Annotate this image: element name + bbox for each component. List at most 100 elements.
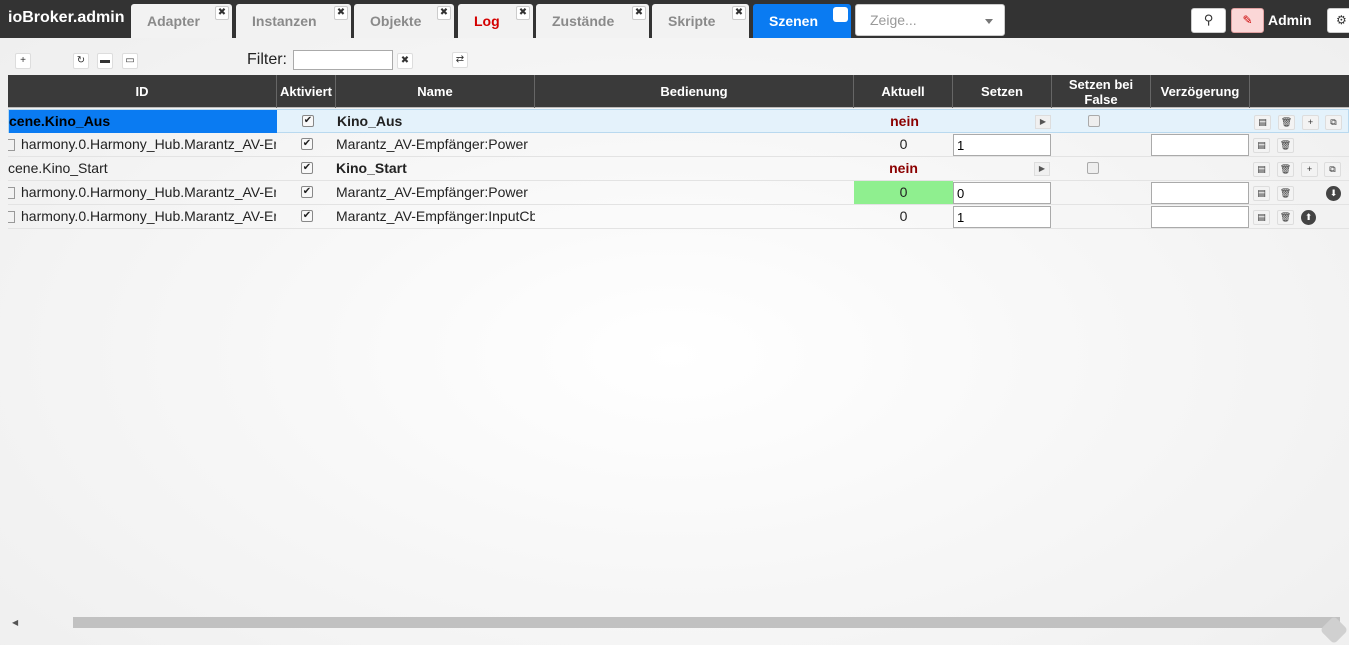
tab-label: Zustände xyxy=(552,13,615,29)
delete-icon[interactable]: 🗑 xyxy=(1277,210,1294,225)
tab-label: Instanzen xyxy=(252,13,317,29)
col-name[interactable]: Name xyxy=(336,75,535,108)
search-button[interactable]: ⚲ xyxy=(1191,8,1226,33)
tab-objekte[interactable]: Objekte ✖ xyxy=(354,4,454,38)
col-actions xyxy=(1250,75,1349,108)
tab-szenen[interactable]: Szenen xyxy=(753,4,851,38)
table-header: ID Aktiviert Name Bedienung Aktuell Setz… xyxy=(8,75,1349,108)
setzen-false-checkbox[interactable] xyxy=(1087,162,1099,174)
row-aktuell: nein xyxy=(890,113,919,129)
delay-input[interactable] xyxy=(1151,182,1249,204)
col-setzen[interactable]: Setzen xyxy=(953,75,1052,108)
clear-filter-button[interactable]: ✖ xyxy=(397,53,413,69)
tab-label: Objekte xyxy=(370,13,422,29)
row-id: harmony.0.Harmony_Hub.Marantz_AV-Empfäng… xyxy=(8,205,276,228)
swap-button[interactable]: ⇄ xyxy=(452,52,468,68)
delete-icon[interactable]: 🗑 xyxy=(1278,115,1295,130)
tab-label: Skripte xyxy=(668,13,716,29)
edit-icon[interactable]: ▤ xyxy=(1253,210,1270,225)
chevron-down-icon xyxy=(985,19,993,24)
tab-label: Adapter xyxy=(147,13,200,29)
table-row-state[interactable]: harmony.0.Harmony_Hub.Marantz_AV-Empfäng… xyxy=(8,205,1349,229)
add-scene-button[interactable]: + xyxy=(15,53,31,69)
close-icon[interactable]: ✖ xyxy=(632,6,646,20)
scroll-left-arrow[interactable]: ◀ xyxy=(12,618,18,627)
col-id[interactable]: ID xyxy=(8,75,277,108)
top-bar: ioBroker.admin Adapter ✖ Instanzen ✖ Obj… xyxy=(0,0,1349,38)
row-id-text: harmony.0.Harmony_Hub.Marantz_AV-Empfäng… xyxy=(21,208,276,224)
setzen-input[interactable] xyxy=(953,182,1051,204)
setzen-false-checkbox[interactable] xyxy=(1088,115,1100,127)
delete-icon[interactable]: 🗑 xyxy=(1277,186,1294,201)
show-select[interactable]: Zeige... xyxy=(855,4,1005,36)
close-icon[interactable]: ✖ xyxy=(215,6,229,20)
row-id-text: harmony.0.Harmony_Hub.Marantz_AV-Empfäng… xyxy=(21,184,276,200)
setzen-input[interactable] xyxy=(953,134,1051,156)
col-aktiviert[interactable]: Aktiviert xyxy=(277,75,336,108)
close-icon[interactable]: ✖ xyxy=(516,6,530,20)
setzen-input[interactable] xyxy=(953,206,1051,228)
delay-input[interactable] xyxy=(1151,206,1249,228)
enabled-checkbox[interactable]: ✔ xyxy=(302,115,314,127)
enabled-checkbox[interactable]: ✔ xyxy=(301,210,313,222)
tab-label: Log xyxy=(474,13,500,29)
row-id-text: harmony.0.Harmony_Hub.Marantz_AV-Empfäng… xyxy=(21,136,276,152)
tab-instanzen[interactable]: Instanzen ✖ xyxy=(236,4,351,38)
edit-icon[interactable]: ▤ xyxy=(1253,186,1270,201)
enabled-checkbox[interactable]: ✔ xyxy=(301,162,313,174)
file-icon xyxy=(8,139,15,151)
delete-icon[interactable]: 🗑 xyxy=(1277,162,1294,177)
horizontal-scrollbar[interactable] xyxy=(73,617,1340,628)
row-name: Marantz_AV-Empfänger:Power xyxy=(336,136,528,152)
row-id: cene.Kino_Aus xyxy=(9,110,277,133)
row-aktuell: 0 xyxy=(899,136,908,152)
play-icon[interactable]: ▶ xyxy=(1035,115,1051,129)
add-state-icon[interactable]: + xyxy=(1301,162,1318,177)
copy-icon[interactable]: ⧉ xyxy=(1324,162,1341,177)
row-name: Kino_Start xyxy=(336,160,407,176)
table-row-state[interactable]: harmony.0.Harmony_Hub.Marantz_AV-Empfäng… xyxy=(8,181,1349,205)
enabled-checkbox[interactable]: ✔ xyxy=(301,138,313,150)
col-aktuell[interactable]: Aktuell xyxy=(854,75,953,108)
tab-log[interactable]: Log ✖ xyxy=(458,4,533,38)
delay-input[interactable] xyxy=(1151,134,1249,156)
tab-skripte[interactable]: Skripte ✖ xyxy=(652,4,749,38)
tab-zustaende[interactable]: Zustände ✖ xyxy=(536,4,649,38)
move-up-icon[interactable]: ⬆ xyxy=(1301,210,1316,225)
edit-mode-button[interactable]: ✎ xyxy=(1231,8,1264,33)
row-id: harmony.0.Harmony_Hub.Marantz_AV-Empfäng… xyxy=(8,133,276,156)
collapse-all-button[interactable]: ▬ xyxy=(97,53,113,69)
delete-icon[interactable]: 🗑 xyxy=(1277,138,1294,153)
filter-input[interactable] xyxy=(293,50,393,70)
edit-icon[interactable]: ▤ xyxy=(1253,138,1270,153)
copy-icon[interactable]: ⧉ xyxy=(1325,115,1342,130)
close-icon[interactable]: ✖ xyxy=(334,6,348,20)
row-name: Marantz_AV-Empfänger:Power xyxy=(336,184,528,200)
row-aktuell: 0 xyxy=(899,208,908,224)
enabled-checkbox[interactable]: ✔ xyxy=(301,186,313,198)
col-setzen-false[interactable]: Setzen bei False xyxy=(1052,75,1151,108)
add-state-icon[interactable]: + xyxy=(1302,115,1319,130)
file-icon xyxy=(8,211,15,223)
close-icon[interactable]: ✖ xyxy=(732,6,746,20)
col-bedienung[interactable]: Bedienung xyxy=(535,75,854,108)
table-row-scene[interactable]: cene.Kino_Start ✔ Kino_Start nein ▶ ▤ 🗑 … xyxy=(8,157,1349,181)
show-select-placeholder: Zeige... xyxy=(870,12,917,28)
row-name: Marantz_AV-Empfänger:InputCbl xyxy=(336,208,535,224)
close-icon[interactable]: ✖ xyxy=(437,6,451,20)
row-id: harmony.0.Harmony_Hub.Marantz_AV-Empfäng… xyxy=(8,181,276,204)
tab-adapter[interactable]: Adapter ✖ xyxy=(131,4,232,38)
table-row-state[interactable]: harmony.0.Harmony_Hub.Marantz_AV-Empfäng… xyxy=(8,133,1349,157)
edit-icon[interactable]: ▤ xyxy=(1253,162,1270,177)
col-verzoegerung[interactable]: Verzögerung xyxy=(1151,75,1250,108)
move-down-icon[interactable]: ⬇ xyxy=(1326,186,1341,201)
table-row-scene[interactable]: cene.Kino_Aus ✔ Kino_Aus nein ▶ ▤ 🗑 + ⧉ xyxy=(8,109,1349,133)
expand-all-button[interactable]: ▭ xyxy=(122,53,138,69)
app-title: ioBroker.admin xyxy=(8,9,125,26)
edit-icon[interactable]: ▤ xyxy=(1254,115,1271,130)
refresh-button[interactable]: ↻ xyxy=(73,53,89,69)
tab-label: Szenen xyxy=(769,13,819,29)
play-icon[interactable]: ▶ xyxy=(1034,162,1050,176)
tab-config-icon[interactable] xyxy=(833,7,848,22)
settings-button[interactable]: ⚙ xyxy=(1327,8,1349,33)
